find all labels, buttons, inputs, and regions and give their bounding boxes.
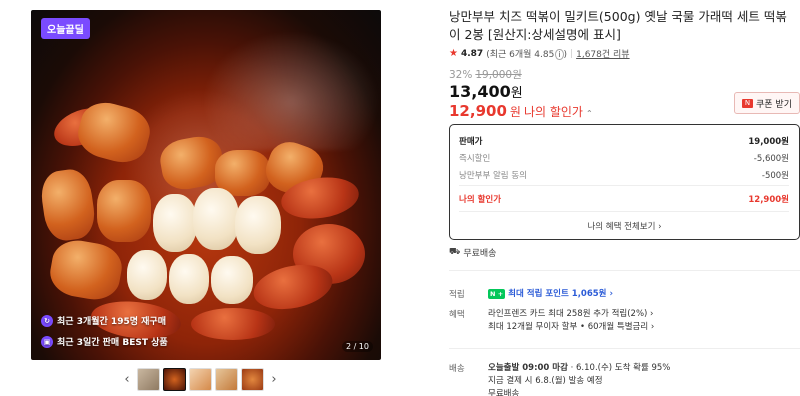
price: 13,400원 bbox=[449, 82, 523, 101]
product-main-image[interactable]: 오늘끝딜 ↻ 최근 3개월간 195명 재구매 ▣ 최근 3일간 판매 BEST… bbox=[31, 10, 381, 360]
image-counter: 2 / 10 bbox=[341, 341, 373, 352]
thumbnail-strip: ‹ › bbox=[120, 368, 281, 391]
today-deal-badge: 오늘끝딜 bbox=[41, 18, 90, 39]
star-icon: ★ bbox=[449, 48, 458, 59]
benefit-row: 혜택 라인프렌즈 카드 최대 258원 추가 적립(2%) › 최대 12개월 … bbox=[449, 308, 654, 334]
review-count-link[interactable]: 1,678건 리뷰 bbox=[576, 47, 629, 60]
price-value: 13,400 bbox=[449, 82, 511, 101]
food-cheese bbox=[211, 256, 253, 304]
sale-price-label: 나의 할인가 bbox=[523, 105, 583, 119]
chevron-left-icon[interactable]: ‹ bbox=[120, 372, 134, 387]
repurchase-icon: ↻ bbox=[41, 314, 53, 327]
thumbnail[interactable] bbox=[241, 368, 264, 391]
points-key: 적립 bbox=[449, 290, 465, 300]
food-cheese bbox=[235, 196, 281, 254]
instant-discount-value: -5,600원 bbox=[753, 154, 789, 164]
food-tteok bbox=[97, 180, 151, 242]
food-cheese bbox=[193, 188, 239, 250]
best-seller-promo: ▣ 최근 3일간 판매 BEST 상품 bbox=[41, 335, 168, 348]
thumbnail[interactable] bbox=[215, 368, 238, 391]
info-icon[interactable]: i bbox=[555, 49, 564, 60]
best-seller-text: 최근 3일간 판매 BEST 상품 bbox=[57, 338, 168, 348]
steam-effect bbox=[201, 30, 381, 150]
points-row: 적립 N + 최대 적립 포인트 1,065원 › bbox=[449, 288, 613, 301]
list-price-row: 판매가 19,000원 bbox=[459, 135, 789, 147]
repurchase-text: 최근 3개월간 195명 재구매 bbox=[57, 317, 166, 327]
card-benefit-link[interactable]: 라인프렌즈 카드 최대 258원 추가 적립(2%) › bbox=[488, 308, 654, 321]
my-sale-price[interactable]: 12,900 원 나의 할인가 ⌃ bbox=[449, 102, 593, 120]
coupon-button[interactable]: N 쿠폰 받기 bbox=[734, 92, 800, 114]
free-shipping: ⛟ 무료배송 bbox=[449, 246, 496, 259]
alarm-discount-value: -500원 bbox=[761, 171, 789, 181]
food-cheese bbox=[153, 194, 197, 252]
rating-detail: (최근 6개월 4.85 i) bbox=[486, 49, 568, 60]
sale-price-value: 12,900 bbox=[449, 102, 507, 120]
sale-price-unit: 원 bbox=[509, 105, 521, 119]
thumbnail[interactable] bbox=[137, 368, 160, 391]
benefit-key: 혜택 bbox=[449, 310, 465, 320]
food-tteok bbox=[38, 166, 98, 244]
food-sausage bbox=[191, 308, 275, 340]
divider bbox=[449, 270, 800, 271]
list-price-label: 판매가 bbox=[459, 137, 483, 147]
original-price: 19,000원 bbox=[475, 69, 522, 81]
list-price-value: 19,000원 bbox=[748, 137, 789, 147]
bag-icon: ▣ bbox=[41, 335, 53, 348]
food-tteok bbox=[46, 236, 126, 304]
rating-score: 4.87 bbox=[460, 48, 484, 59]
max-points-link[interactable]: 최대 적립 포인트 1,065원 › bbox=[508, 289, 613, 299]
coupon-button-label: 쿠폰 받기 bbox=[756, 99, 792, 110]
coupon-icon: N bbox=[742, 98, 753, 108]
my-price-value: 12,900원 bbox=[748, 195, 789, 205]
delivery-ship-date: 지금 결제 시 6.8.(월) 발송 예정 bbox=[488, 376, 603, 386]
my-price-label: 나의 할인가 bbox=[459, 195, 502, 205]
divider bbox=[449, 348, 800, 349]
instant-discount-row: 즉시할인 -5,600원 bbox=[459, 152, 789, 164]
rating-summary: ★ 4.87 (최근 6개월 4.85 i) | 1,678건 리뷰 bbox=[449, 47, 630, 60]
price-breakdown-box: 판매가 19,000원 즉시할인 -5,600원 낭만부부 알림 동의 -500… bbox=[449, 124, 800, 240]
my-price-row: 나의 할인가 12,900원 bbox=[459, 193, 789, 205]
delivery-eta: 오늘출발 09:00 마감 · 6.10.(수) 도착 확률 95% bbox=[488, 363, 671, 373]
instant-discount-label: 즉시할인 bbox=[459, 154, 491, 164]
truck-icon: ⛟ bbox=[449, 247, 461, 257]
npay-membership-badge: N + bbox=[488, 289, 506, 299]
view-all-benefits-link[interactable]: 나의 혜택 전체보기 › bbox=[450, 220, 799, 232]
repurchase-promo: ↻ 최근 3개월간 195명 재구매 bbox=[41, 314, 166, 327]
divider bbox=[459, 185, 789, 186]
delivery-key: 배송 bbox=[449, 364, 465, 374]
chevron-right-icon[interactable]: › bbox=[267, 372, 281, 387]
thumbnail-active[interactable] bbox=[163, 368, 186, 391]
chevron-up-icon[interactable]: ⌃ bbox=[586, 109, 593, 118]
divider bbox=[459, 211, 789, 212]
installment-link[interactable]: 최대 12개월 무이자 할부 • 60개월 특별금리 › bbox=[488, 321, 654, 334]
delivery-row: 배송 오늘출발 09:00 마감 · 6.10.(수) 도착 확률 95% 지금… bbox=[449, 362, 670, 396]
alarm-discount-label: 낭만부부 알림 동의 bbox=[459, 171, 527, 181]
alarm-discount-row: 낭만부부 알림 동의 -500원 bbox=[459, 169, 789, 181]
price-unit: 원 bbox=[510, 86, 523, 101]
delivery-free: 무료배송 bbox=[488, 389, 520, 396]
food-cheese bbox=[169, 254, 209, 304]
product-title: 낭만부부 치즈 떡볶이 밀키트(500g) 옛날 국물 가래떡 세트 떡볶이 2… bbox=[449, 9, 787, 42]
food-cheese bbox=[127, 250, 167, 300]
discount-line: 32% 19,000원 bbox=[449, 67, 522, 82]
thumbnail[interactable] bbox=[189, 368, 212, 391]
discount-rate: 32% bbox=[449, 69, 473, 81]
free-shipping-label: 무료배송 bbox=[463, 249, 497, 259]
